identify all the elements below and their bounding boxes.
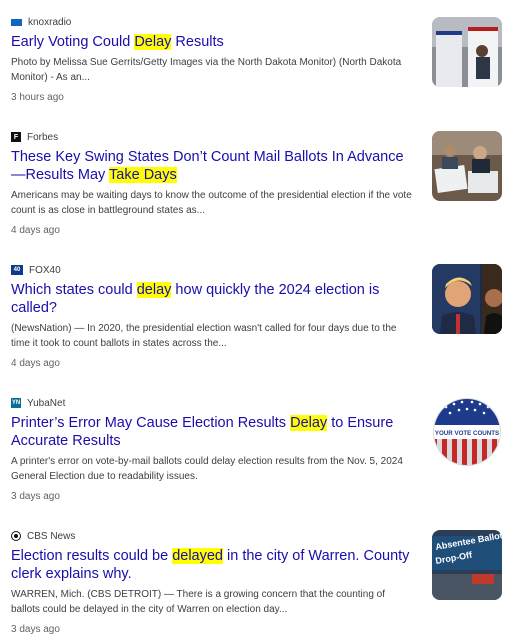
result-time: 3 days ago (11, 491, 60, 502)
result-time: 3 days ago (11, 624, 60, 635)
your-vote-counts-text: YOUR VOTE COUNTS (435, 430, 499, 437)
knoxradio-logo-icon (11, 18, 22, 26)
result-time: 4 days ago (11, 358, 60, 369)
forbes-logo-icon: F (11, 132, 21, 142)
your-vote-counts-thumbnail[interactable]: YOUR VOTE COUNTS (432, 397, 502, 467)
voting-booths-thumbnail[interactable] (432, 17, 502, 87)
source-name: FOX40 (29, 264, 61, 276)
result-title-link[interactable]: These Key Swing States Don’t Count Mail … (11, 148, 416, 184)
yubanet-logo-icon: YN (11, 398, 21, 408)
result-title-link[interactable]: Which states could delay how quickly the… (11, 281, 416, 317)
candidates-thumbnail[interactable] (432, 264, 502, 334)
source-name: YubaNet (27, 397, 66, 409)
result-snippet: (NewsNation) — In 2020, the presidential… (11, 323, 397, 349)
result-time: 3 hours ago (11, 92, 64, 103)
fox40-logo-icon: 40 (11, 265, 23, 275)
cbs-eye-logo-icon (11, 531, 21, 541)
source-name: knoxradio (28, 16, 72, 28)
source-name: CBS News (27, 530, 76, 542)
result-title-link[interactable]: Printer’s Error May Cause Election Resul… (11, 414, 416, 450)
result-snippet: A printer's error on vote-by-mail ballot… (11, 456, 403, 482)
result-snippet: Americans may be waiting days to know th… (11, 190, 412, 216)
result-title-link[interactable]: Early Voting Could Delay Results (11, 33, 416, 51)
result-snippet: Photo by Melissa Sue Gerrits/Getty Image… (11, 57, 402, 83)
result-time: 4 days ago (11, 225, 60, 236)
result-title-link[interactable]: Election results could be delayed in the… (11, 547, 416, 583)
absentee-ballot-thumbnail[interactable]: Absentee Ballot Drop-Off (432, 530, 502, 600)
result-snippet: WARREN, Mich. (CBS DETROIT) — There is a… (11, 589, 386, 615)
ballot-counting-thumbnail[interactable] (432, 131, 502, 201)
source-name: Forbes (27, 131, 59, 143)
